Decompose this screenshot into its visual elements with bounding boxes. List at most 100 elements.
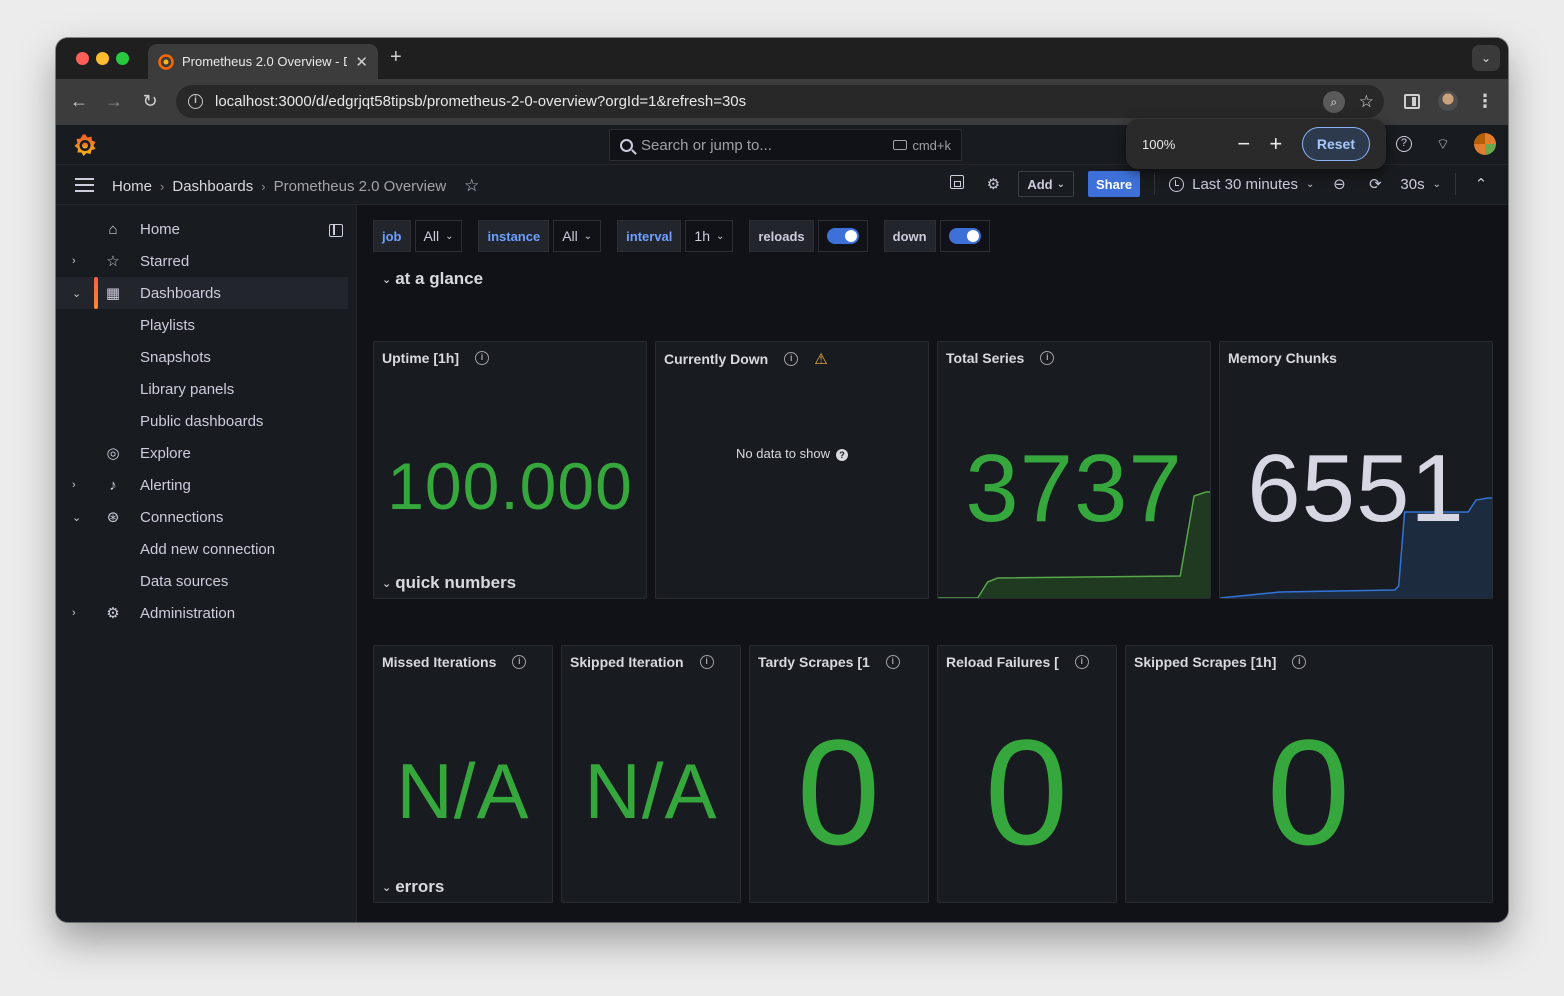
chevron-down-icon: ⌄ xyxy=(445,230,454,242)
sidebar-item-library-panels[interactable]: Library panels xyxy=(56,373,348,405)
panel-title: Memory Chunks xyxy=(1228,350,1337,366)
sidebar-item-alerting[interactable]: › ♪ Alerting xyxy=(56,469,348,501)
panel-title: Tardy Scrapes [1 i xyxy=(758,654,900,670)
collapse-navbar-chevron-up-icon[interactable]: ⌃ xyxy=(1470,175,1492,193)
warning-icon[interactable]: ⚠ xyxy=(814,350,827,368)
sidebar-item-connections[interactable]: ⌄ ⊛ Connections xyxy=(56,501,348,533)
expand-chevron-icon[interactable]: › xyxy=(72,607,76,619)
panel-currently-down[interactable]: Currently Down i ⚠ No data to show? xyxy=(655,341,929,599)
profile-avatar-icon[interactable] xyxy=(1438,91,1458,111)
zoom-magnifier-icon[interactable]: ⌕ xyxy=(1322,91,1345,113)
apps-icon: ▦ xyxy=(105,285,121,302)
sidebar-item-explore[interactable]: ◎ Explore xyxy=(56,437,348,469)
reloads-toggle[interactable] xyxy=(817,220,868,252)
info-icon[interactable]: i xyxy=(475,351,489,365)
sidebar-item-label: Public dashboards xyxy=(140,412,264,430)
sidebar-item-administration[interactable]: › ⚙ Administration xyxy=(56,597,348,629)
zoom-reset-button[interactable]: Reset xyxy=(1301,127,1370,161)
panel-missed-iterations[interactable]: Missed Iterations i N/A xyxy=(373,645,553,903)
zoom-out-time-icon[interactable]: ⊖ xyxy=(1328,175,1350,193)
url-text[interactable]: localhost:3000/d/edgrjqt58tipsb/promethe… xyxy=(215,93,746,110)
collapse-chevron-icon[interactable]: ⌄ xyxy=(72,287,81,300)
back-arrow-icon[interactable]: ← xyxy=(68,91,90,112)
toggle-switch[interactable] xyxy=(826,228,859,244)
info-icon[interactable]: i xyxy=(885,655,900,669)
address-bar[interactable]: i localhost:3000/d/edgrjqt58tipsb/promet… xyxy=(176,85,1384,118)
time-range-picker[interactable]: Last 30 minutes ⌄ xyxy=(1169,176,1314,193)
close-window-button[interactable] xyxy=(76,52,89,65)
add-button[interactable]: Add ⌄ xyxy=(1018,171,1074,197)
forward-arrow-icon[interactable]: → xyxy=(103,91,125,112)
search-box[interactable]: Search or jump to... cmd+k xyxy=(609,129,962,161)
row-header-quick-numbers[interactable]: ⌄ quick numbers xyxy=(382,573,516,593)
site-info-icon[interactable]: i xyxy=(188,94,203,109)
tab-close-icon[interactable]: ✕ xyxy=(355,53,368,71)
sidebar-item-label: Add new connection xyxy=(140,540,276,558)
refresh-interval-picker[interactable]: 30s ⌄ xyxy=(1400,176,1441,193)
zoom-out-button[interactable]: − xyxy=(1228,133,1260,155)
panel-memory-chunks[interactable]: Memory Chunks 6551 xyxy=(1219,341,1493,599)
sidebar-item-data-sources[interactable]: Data sources xyxy=(56,565,348,597)
sidebar-item-playlists[interactable]: Playlists xyxy=(56,309,348,341)
new-tab-icon[interactable]: + xyxy=(390,46,402,69)
question-icon[interactable]: ? xyxy=(835,449,848,461)
sidebar-item-add-new-connection[interactable]: Add new connection xyxy=(56,533,348,565)
user-avatar[interactable] xyxy=(1474,133,1496,155)
panel-skipped-scrapes[interactable]: Skipped Scrapes [1h] i 0 xyxy=(1125,645,1493,903)
save-icon xyxy=(950,175,965,189)
tab-search-chevron-icon[interactable]: ⌄ xyxy=(1472,45,1500,71)
toggle-switch[interactable] xyxy=(948,228,981,244)
zoom-in-button[interactable]: + xyxy=(1260,133,1292,155)
down-toggle[interactable] xyxy=(939,220,990,252)
sidebar-item-public-dashboards[interactable]: Public dashboards xyxy=(56,405,348,437)
panel-uptime[interactable]: Uptime [1h] i 100.000 xyxy=(373,341,647,599)
favorite-star-icon[interactable]: ☆ xyxy=(464,176,479,196)
breadcrumb-dashboards[interactable]: Dashboards xyxy=(172,178,253,195)
minimize-window-button[interactable] xyxy=(96,52,109,65)
breadcrumb-home[interactable]: Home xyxy=(112,178,152,195)
connections-icon: ⊛ xyxy=(106,509,120,526)
row-header-at-a-glance[interactable]: ⌄ at a glance xyxy=(382,269,483,289)
info-icon[interactable]: i xyxy=(784,352,799,366)
reload-icon[interactable]: ↻ xyxy=(139,91,161,112)
expand-chevron-icon[interactable]: › xyxy=(72,479,76,491)
panel-title: Reload Failures [ i xyxy=(946,654,1089,670)
share-button[interactable]: Share xyxy=(1087,171,1141,197)
refresh-dashboard-icon[interactable]: ⟳ xyxy=(1364,175,1386,193)
row-header-errors[interactable]: ⌄ errors xyxy=(382,877,444,897)
dashboard-settings-gear-icon[interactable]: ⚙ xyxy=(982,175,1004,193)
add-button-label: Add xyxy=(1027,176,1053,192)
sidebar-item-starred[interactable]: › ☆ Starred xyxy=(56,245,348,277)
maximize-window-button[interactable] xyxy=(116,52,129,65)
browser-tab[interactable]: Prometheus 2.0 Overview - D ✕ xyxy=(148,44,378,79)
info-icon[interactable]: i xyxy=(1292,655,1307,669)
variable-select-job[interactable]: All ⌄ xyxy=(414,220,463,252)
sidebar-item-home[interactable]: ⌂ Home xyxy=(56,213,348,245)
no-data-message: No data to show? xyxy=(656,446,928,461)
search-shortcut: cmd+k xyxy=(893,138,951,153)
panel-reload-failures[interactable]: Reload Failures [ i 0 xyxy=(937,645,1117,903)
info-icon[interactable]: i xyxy=(512,655,527,669)
collapse-chevron-icon[interactable]: ⌄ xyxy=(72,511,81,524)
toolbar-divider xyxy=(1154,173,1156,195)
panel-total-series[interactable]: Total Series i 3737 xyxy=(937,341,1211,599)
grafana-logo-icon[interactable] xyxy=(72,132,98,158)
sidebar-item-snapshots[interactable]: Snapshots xyxy=(56,341,348,373)
news-rss-icon[interactable]: ⌔ xyxy=(1436,135,1450,154)
variable-select-instance[interactable]: All ⌄ xyxy=(553,220,602,252)
panel-tardy-scrapes[interactable]: Tardy Scrapes [1 i 0 xyxy=(749,645,929,903)
help-icon[interactable]: ? xyxy=(1395,136,1412,152)
sidebar-item-dashboards[interactable]: ⌄ ▦ Dashboards xyxy=(56,277,348,309)
sidebar-item-label: Data sources xyxy=(140,572,229,590)
expand-chevron-icon[interactable]: › xyxy=(72,255,76,267)
menu-toggle-icon[interactable] xyxy=(75,178,94,192)
save-dashboard-button[interactable] xyxy=(946,175,968,193)
variable-select-interval[interactable]: 1h ⌄ xyxy=(685,220,734,252)
info-icon[interactable]: i xyxy=(1074,655,1089,669)
info-icon[interactable]: i xyxy=(1040,351,1055,365)
panel-skipped-iterations[interactable]: Skipped Iteration i N/A xyxy=(561,645,741,903)
browser-menu-icon[interactable]: ⋮ xyxy=(1476,92,1494,110)
side-panel-icon[interactable] xyxy=(1404,93,1420,109)
info-icon[interactable]: i xyxy=(699,655,714,669)
bookmark-star-icon[interactable]: ☆ xyxy=(1359,92,1374,112)
